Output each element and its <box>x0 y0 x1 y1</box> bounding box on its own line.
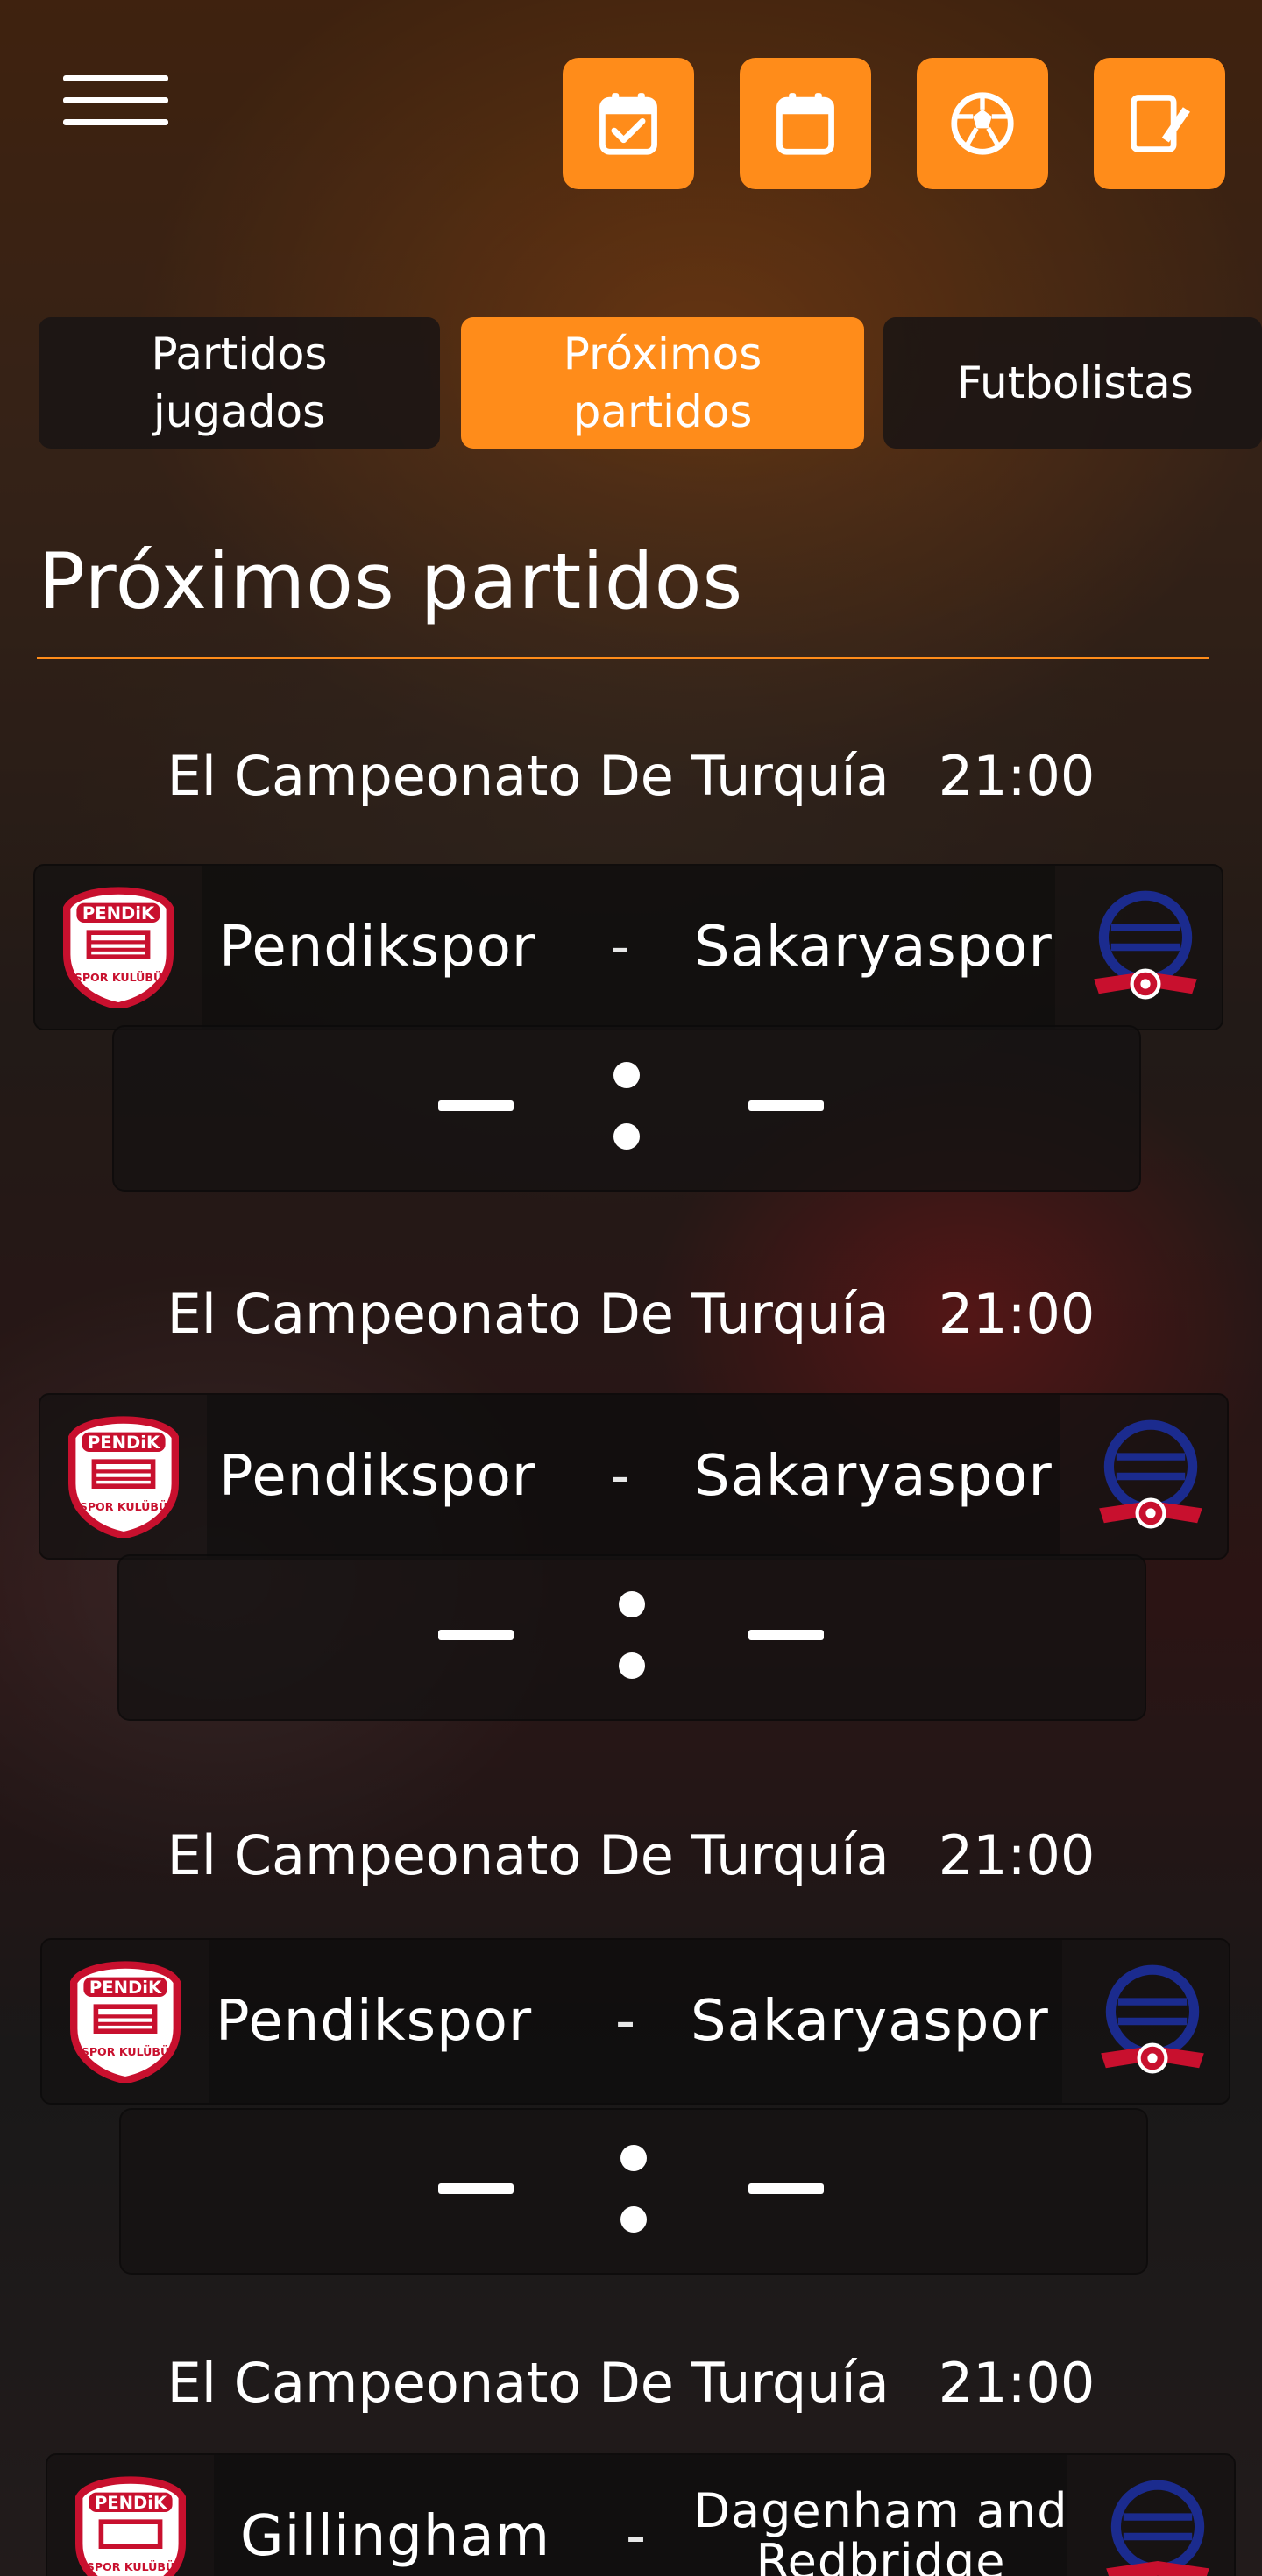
match-row[interactable]: PENDiK SPOR KULÜBÜ Gillingham - Dagenham… <box>46 2453 1236 2576</box>
away-team-logo <box>1092 2471 1223 2576</box>
home-score-placeholder <box>438 2183 514 2194</box>
score-box <box>112 1025 1141 1192</box>
tab-futbolistas[interactable]: Futbolistas <box>883 317 1262 449</box>
calendar-check-button[interactable] <box>563 58 694 189</box>
score-separator <box>619 1591 645 1679</box>
match-row[interactable]: PENDiK SPOR KULÜBÜ Pendikspor - Sakaryas… <box>40 1938 1230 2105</box>
home-team-name: Gillingham <box>240 2504 551 2569</box>
away-score-placeholder <box>748 2183 824 2194</box>
match-separator: - <box>615 1989 636 2054</box>
tab-label: Próximos partidos <box>563 329 762 437</box>
match-header: El Campeonato De Turquía 21:00 <box>0 1265 1262 1362</box>
menu-button[interactable] <box>63 75 168 131</box>
soccer-ball-button[interactable] <box>917 58 1048 189</box>
match-card[interactable]: El Campeonato De Turquía 21:00 PENDiK SP… <box>0 727 1262 1200</box>
match-card[interactable]: El Campeonato De Turquía 21:00 PENDiK SP… <box>0 1807 1262 2280</box>
score-box <box>117 1554 1146 1721</box>
pendikspor-logo-icon: PENDiK SPOR KULÜBÜ <box>68 1416 179 1538</box>
score-separator <box>613 1062 640 1150</box>
tab-label: Futbolistas <box>957 357 1194 408</box>
score-separator <box>620 2145 647 2233</box>
match-row[interactable]: PENDiK SPOR KULÜBÜ Pendikspor - Sakaryas… <box>33 864 1223 1030</box>
home-team-name: Pendikspor <box>219 915 536 980</box>
score-box <box>119 2108 1148 2275</box>
match-separator: - <box>610 1444 631 1509</box>
svg-text:PENDiK: PENDiK <box>95 2493 167 2513</box>
match-card[interactable]: El Campeonato De Turquía 21:00 PENDiK SP… <box>0 1265 1262 1738</box>
tab-proximos-partidos[interactable]: Próximos partidos <box>461 317 864 449</box>
league-name: El Campeonato De Turquía <box>167 743 890 808</box>
pendikspor-logo-icon: PENDiK SPOR KULÜBÜ <box>70 1961 181 2083</box>
menu-icon-bar <box>63 97 168 103</box>
away-score-placeholder <box>748 1630 824 1640</box>
away-team-name: Sakaryaspor <box>694 915 1053 980</box>
svg-text:SPOR KULÜBÜ: SPOR KULÜBÜ <box>80 1500 167 1513</box>
match-row[interactable]: PENDiK SPOR KULÜBÜ Pendikspor - Sakaryas… <box>39 1393 1229 1560</box>
svg-text:PENDiK: PENDiK <box>82 903 155 924</box>
svg-text:SPOR KULÜBÜ: SPOR KULÜBÜ <box>87 2560 174 2573</box>
match-time: 21:00 <box>938 1822 1095 1887</box>
away-team-name: Sakaryaspor <box>691 1989 1049 2054</box>
match-separator: - <box>610 915 631 980</box>
away-team-logo <box>1087 1956 1218 2087</box>
tab-partidos-jugados[interactable]: Partidos jugados <box>39 317 440 449</box>
home-team-logo: PENDiK SPOR KULÜBÜ <box>58 1411 189 1542</box>
page-title: Próximos partidos <box>39 536 744 626</box>
svg-text:PENDiK: PENDiK <box>88 1433 160 1453</box>
edit-note-icon <box>1131 95 1190 152</box>
menu-icon-bar <box>63 75 168 81</box>
match-time: 21:00 <box>938 743 1095 808</box>
match-separator: - <box>626 2504 647 2569</box>
match-header: El Campeonato De Turquía 21:00 <box>0 2334 1262 2431</box>
svg-text:SPOR KULÜBÜ: SPOR KULÜBÜ <box>82 2045 169 2058</box>
home-team-name: Pendikspor <box>219 1444 536 1509</box>
team-crest-icon: PENDiK SPOR KULÜBÜ <box>75 2476 186 2576</box>
team-crest-icon <box>1101 1964 1204 2074</box>
match-card[interactable]: El Campeonato De Turquía 21:00 PENDiK SP… <box>0 2334 1262 2576</box>
league-name: El Campeonato De Turquía <box>167 1281 890 1346</box>
home-team-name: Pendikspor <box>216 1989 533 2054</box>
pendikspor-logo-icon: PENDiK SPOR KULÜBÜ <box>63 887 174 1008</box>
match-time: 21:00 <box>938 1281 1095 1346</box>
calendar-icon <box>776 93 834 155</box>
away-team-name: Sakaryaspor <box>694 1444 1053 1509</box>
match-time: 21:00 <box>938 2350 1095 2415</box>
home-score-placeholder <box>438 1100 514 1111</box>
svg-text:PENDiK: PENDiK <box>89 1978 162 1998</box>
league-name: El Campeonato De Turquía <box>167 2350 890 2415</box>
match-header: El Campeonato De Turquía 21:00 <box>0 1807 1262 1903</box>
soccer-ball-icon <box>951 92 1014 155</box>
home-team-logo: PENDiK SPOR KULÜBÜ <box>60 1956 191 2087</box>
home-team-logo: PENDiK SPOR KULÜBÜ <box>65 2471 196 2576</box>
team-crest-icon <box>1106 2480 1209 2576</box>
home-score-placeholder <box>438 1630 514 1640</box>
menu-icon-bar <box>63 119 168 125</box>
edit-note-button[interactable] <box>1094 58 1225 189</box>
svg-text:SPOR KULÜBÜ: SPOR KULÜBÜ <box>74 971 162 984</box>
calendar-check-icon <box>599 93 657 155</box>
team-crest-icon <box>1099 1419 1202 1529</box>
section-divider <box>37 657 1209 659</box>
team-crest-icon <box>1094 890 1197 1000</box>
tab-label: Partidos jugados <box>151 329 328 437</box>
home-team-logo: PENDiK SPOR KULÜBÜ <box>53 881 184 1013</box>
match-header: El Campeonato De Turquía 21:00 <box>0 727 1262 824</box>
away-team-logo <box>1080 881 1211 1013</box>
calendar-button[interactable] <box>740 58 871 189</box>
away-score-placeholder <box>748 1100 824 1111</box>
away-team-name: Dagenham and Redbridge <box>693 2483 1068 2576</box>
away-team-logo <box>1085 1411 1216 1542</box>
league-name: El Campeonato De Turquía <box>167 1822 890 1887</box>
